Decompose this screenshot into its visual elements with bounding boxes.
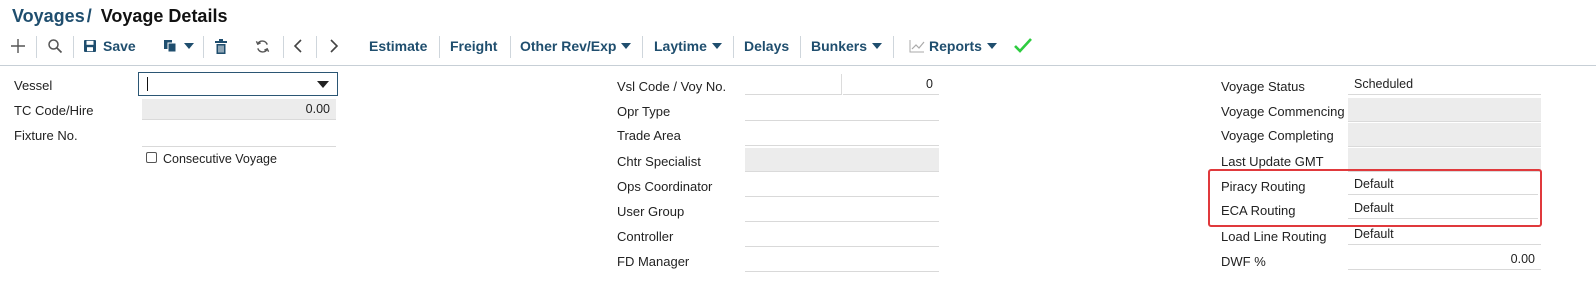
chevron-left-icon <box>293 39 302 53</box>
laytime-label: Laytime <box>654 38 707 54</box>
copy-menu-button[interactable] <box>163 34 194 58</box>
vsl-code-label: Vsl Code / Voy No. <box>617 79 727 94</box>
estimate-button[interactable]: Estimate <box>369 34 427 58</box>
toolbar-divider <box>316 36 317 58</box>
voyage-commencing-field[interactable] <box>1348 98 1541 122</box>
chtr-specialist-label: Chtr Specialist <box>617 154 701 169</box>
page-heading: Voyage Details <box>100 6 228 26</box>
chart-icon <box>909 40 925 53</box>
dwf-field[interactable]: 0.00 <box>1348 249 1541 270</box>
add-icon <box>11 39 25 53</box>
delete-button[interactable] <box>214 34 228 58</box>
save-label: Save <box>103 38 136 54</box>
voyage-status-label: Voyage Status <box>1221 79 1305 94</box>
toolbar-divider <box>439 36 440 58</box>
fixture-label: Fixture No. <box>14 128 78 143</box>
fd-manager-field[interactable] <box>745 251 939 272</box>
chevron-down-icon[interactable] <box>317 81 329 88</box>
voyage-status-field[interactable]: Scheduled <box>1348 74 1541 95</box>
toolbar-divider <box>510 36 511 58</box>
ops-coordinator-field[interactable] <box>745 176 939 197</box>
toolbar-divider <box>203 36 204 58</box>
previous-button[interactable] <box>292 34 304 58</box>
save-button[interactable]: Save <box>83 34 136 58</box>
voyage-completing-label: Voyage Completing <box>1221 128 1334 143</box>
load-line-routing-field[interactable]: Default <box>1348 224 1541 245</box>
refresh-button[interactable] <box>255 34 270 58</box>
reports-menu[interactable]: Reports <box>909 34 997 58</box>
fixture-field[interactable] <box>142 126 336 147</box>
laytime-menu[interactable]: Laytime <box>654 34 722 58</box>
chevron-down-icon <box>184 43 194 49</box>
dwf-value: 0.00 <box>1510 252 1535 266</box>
chevron-right-icon <box>330 39 339 53</box>
chevron-down-icon <box>621 43 632 49</box>
toolbar-divider <box>642 36 643 58</box>
breadcrumb-voyages[interactable]: Voyages <box>12 6 85 26</box>
voyage-completing-field[interactable] <box>1348 123 1541 147</box>
dwf-label: DWF % <box>1221 254 1266 269</box>
fd-manager-label: FD Manager <box>617 254 690 269</box>
bunkers-label: Bunkers <box>811 38 868 54</box>
consecutive-voyage-checkbox[interactable] <box>146 152 157 163</box>
freight-button[interactable]: Freight <box>450 34 497 58</box>
tc-code-field[interactable]: 0.00 <box>142 99 336 120</box>
chevron-down-icon <box>711 43 722 49</box>
trade-area-label: Trade Area <box>617 128 681 143</box>
opr-type-field[interactable] <box>745 100 939 121</box>
search-icon <box>48 39 63 54</box>
page-title: Voyages / Voyage Details <box>12 6 227 27</box>
check-icon <box>1014 38 1032 53</box>
routing-highlight-box <box>1208 169 1542 227</box>
toolbar-divider <box>893 36 894 58</box>
save-icon <box>84 40 96 52</box>
other-rev-exp-menu[interactable]: Other Rev/Exp <box>520 34 632 58</box>
copy-icon <box>164 40 177 53</box>
reports-label: Reports <box>929 38 982 54</box>
confirm-button[interactable] <box>1013 34 1033 58</box>
vessel-label: Vessel <box>14 78 53 93</box>
controller-label: Controller <box>617 229 674 244</box>
toolbar-divider <box>800 36 801 58</box>
chtr-specialist-field[interactable] <box>745 148 939 172</box>
bunkers-menu[interactable]: Bunkers <box>811 34 883 58</box>
delays-button[interactable]: Delays <box>744 34 789 58</box>
breadcrumb-separator: / <box>86 6 92 26</box>
toolbar-divider <box>283 36 284 58</box>
next-button[interactable] <box>328 34 340 58</box>
voyage-status-value: Scheduled <box>1354 77 1414 91</box>
voy-no-field[interactable]: 0 <box>843 74 939 95</box>
vsl-code-field[interactable] <box>745 74 842 95</box>
refresh-icon <box>255 39 270 53</box>
chevron-down-icon <box>872 43 883 49</box>
toolbar: Save Estimate Freight Other Rev/Exp Layt… <box>0 34 1596 58</box>
toolbar-divider <box>36 36 37 58</box>
load-line-routing-label: Load Line Routing <box>1221 229 1327 244</box>
tc-code-label: TC Code/Hire <box>14 103 94 118</box>
voyage-commencing-label: Voyage Commencing <box>1221 104 1345 119</box>
add-button[interactable] <box>10 34 26 58</box>
other-rev-exp-label: Other Rev/Exp <box>520 38 617 54</box>
search-button[interactable] <box>47 34 63 58</box>
user-group-field[interactable] <box>745 201 939 222</box>
toolbar-divider <box>73 36 74 58</box>
chevron-down-icon <box>986 43 997 49</box>
delete-icon <box>215 38 227 54</box>
text-cursor <box>147 77 148 91</box>
toolbar-divider <box>733 36 734 58</box>
opr-type-label: Opr Type <box>617 104 671 119</box>
load-line-routing-value: Default <box>1354 227 1394 241</box>
toolbar-divider-line <box>0 65 1596 66</box>
vessel-select[interactable] <box>138 72 338 96</box>
user-group-label: User Group <box>617 204 685 219</box>
trade-area-field[interactable] <box>745 125 939 146</box>
consecutive-voyage-label: Consecutive Voyage <box>163 152 277 166</box>
tc-code-value: 0.00 <box>305 102 330 116</box>
last-update-label: Last Update GMT <box>1221 154 1324 169</box>
ops-coordinator-label: Ops Coordinator <box>617 179 713 194</box>
voy-no-value: 0 <box>926 77 933 91</box>
controller-field[interactable] <box>745 226 939 247</box>
